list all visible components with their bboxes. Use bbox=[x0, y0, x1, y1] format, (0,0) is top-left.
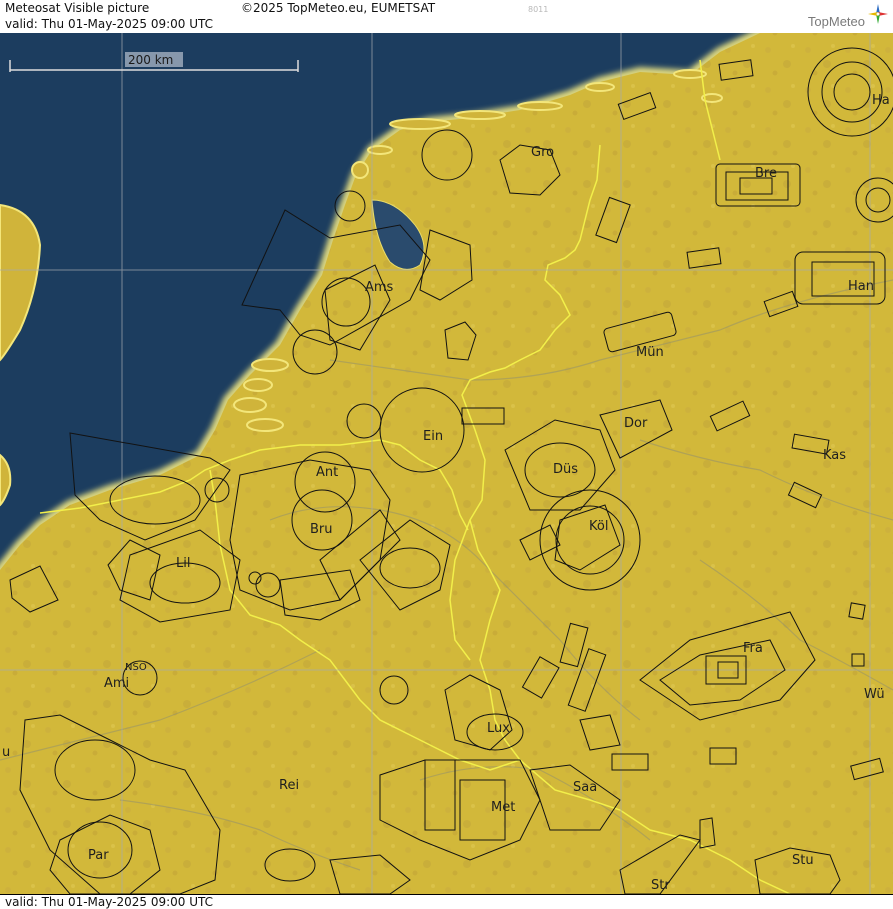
image-code: 8011 bbox=[528, 5, 549, 14]
header-bar: Meteosat Visible picture ©2025 TopMeteo.… bbox=[0, 0, 893, 34]
city-label-bru: Bru bbox=[310, 522, 333, 537]
city-label-stu: Stu bbox=[792, 853, 814, 868]
city-label-han: Han bbox=[848, 279, 874, 294]
satellite-map[interactable]: 200 km Gro Bre Ha Ams Han Mün Ein Dor An… bbox=[0, 33, 893, 894]
scale-label: 200 km bbox=[128, 53, 173, 67]
city-label-nso: NSO bbox=[125, 662, 147, 673]
city-label-dus: Düs bbox=[553, 462, 578, 477]
city-label-gro: Gro bbox=[531, 145, 554, 160]
city-label-ein: Ein bbox=[423, 429, 443, 444]
valid-time: valid: Thu 01-May-2025 09:00 UTC bbox=[5, 17, 214, 31]
city-label-u: u bbox=[2, 745, 10, 760]
city-label-fra: Fra bbox=[743, 641, 763, 656]
city-label-lux: Lux bbox=[487, 721, 510, 736]
city-label-par: Par bbox=[88, 848, 109, 863]
city-label-rei: Rei bbox=[279, 778, 299, 793]
city-label-kas: Kas bbox=[823, 448, 846, 463]
footer-valid-time: valid: Thu 01-May-2025 09:00 UTC bbox=[5, 895, 214, 909]
city-label-ha: Ha bbox=[872, 93, 890, 108]
city-label-dor: Dor bbox=[624, 416, 648, 431]
city-label-lil: Lil bbox=[176, 556, 190, 571]
copyright-text: ©2025 TopMeteo.eu, EUMETSAT bbox=[241, 1, 436, 15]
city-label-wu: Wü bbox=[864, 687, 885, 702]
city-label-bre: Bre bbox=[755, 166, 777, 181]
city-label-mun: Mün bbox=[636, 345, 664, 360]
brand-logo-text: TopMeteo bbox=[807, 14, 865, 29]
map-viewer: Meteosat Visible picture ©2025 TopMeteo.… bbox=[0, 0, 893, 909]
city-label-met: Met bbox=[491, 800, 515, 815]
city-label-ams: Ams bbox=[365, 280, 394, 295]
compass-logo-icon bbox=[868, 4, 888, 24]
city-label-kol: Köl bbox=[589, 519, 608, 534]
footer-bar: valid: Thu 01-May-2025 09:00 UTC bbox=[0, 894, 893, 909]
city-label-ami: Ami bbox=[104, 676, 129, 691]
city-label-ant: Ant bbox=[316, 465, 338, 480]
image-title: Meteosat Visible picture bbox=[5, 1, 150, 15]
city-label-saa: Saa bbox=[573, 780, 597, 795]
city-label-str: Str bbox=[651, 878, 670, 893]
